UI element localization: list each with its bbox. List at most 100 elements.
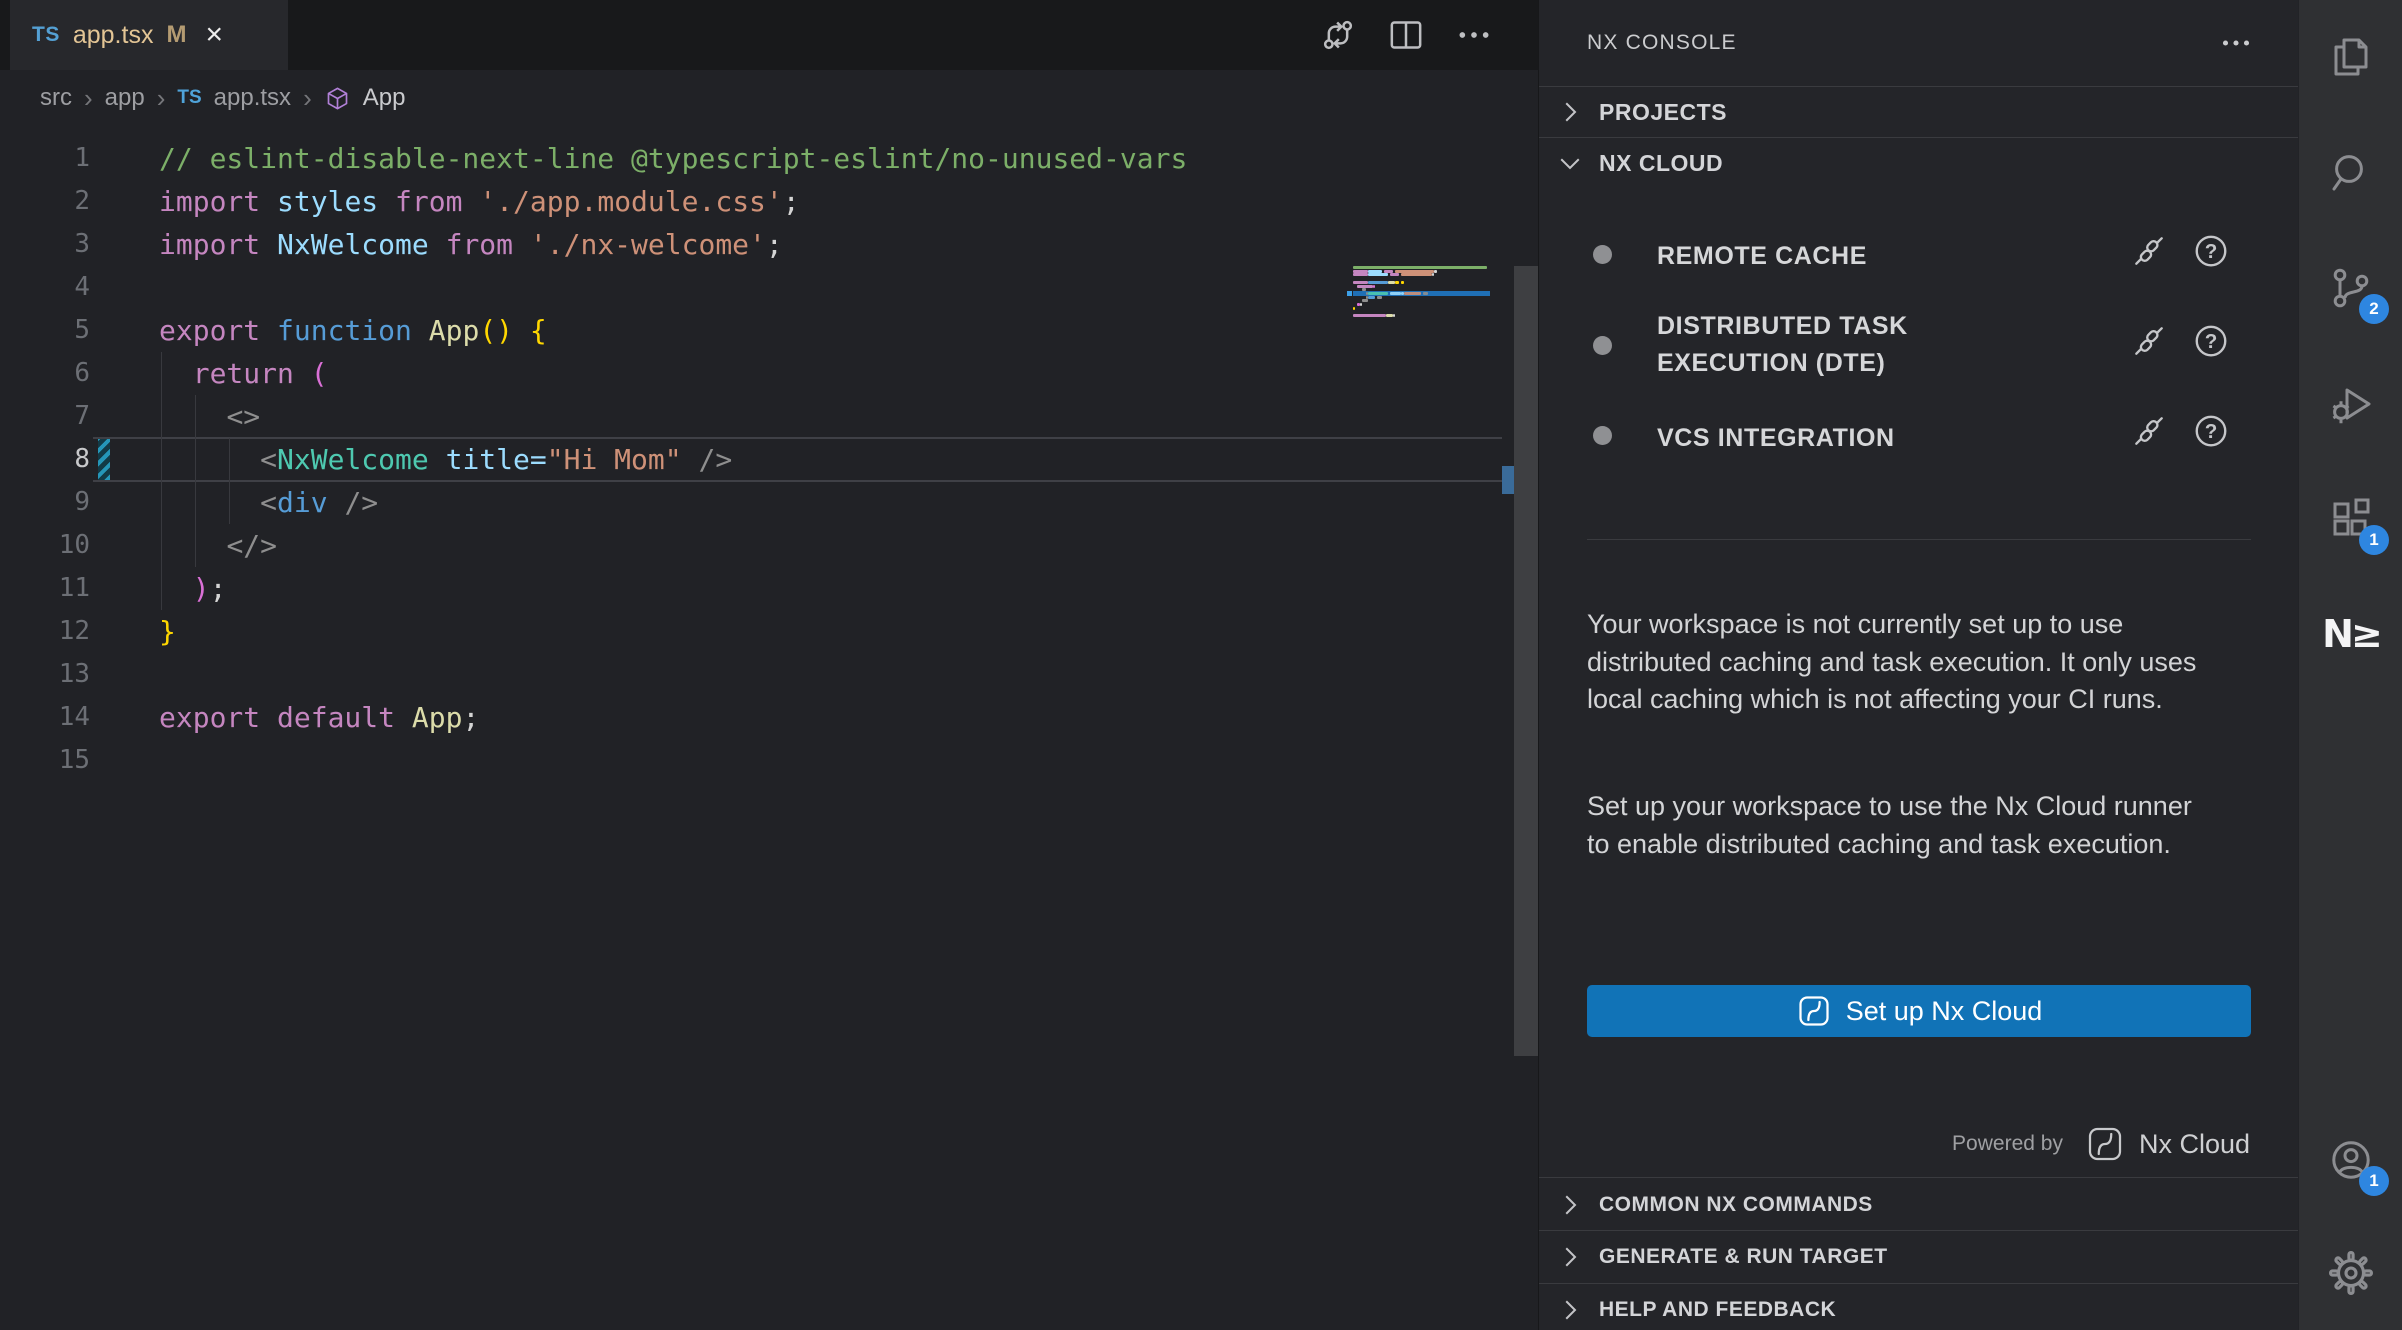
help-question-icon[interactable]: ? [2192, 232, 2230, 270]
minimap-line [1353, 307, 1355, 310]
editor-region: TS app.tsx M × src › app › TS [0, 0, 1538, 1330]
code-line[interactable]: 11 ); [0, 567, 1538, 610]
setup-nx-cloud-button[interactable]: Set up Nx Cloud [1587, 985, 2251, 1037]
section-projects[interactable]: PROJECTS [1539, 87, 2298, 137]
code-text: import styles from './app.module.css'; [159, 180, 800, 223]
breadcrumb-src[interactable]: src [40, 84, 72, 112]
code-text: export default App; [159, 696, 479, 739]
search-icon[interactable] [2299, 124, 2402, 220]
code-text: import NxWelcome from './nx-welcome'; [159, 223, 783, 266]
indent-guide [161, 352, 162, 610]
more-actions-icon[interactable] [1454, 15, 1494, 55]
code-line[interactable]: 7 <> [0, 395, 1538, 438]
help-question-icon[interactable]: ? [2192, 412, 2230, 450]
breadcrumb-app[interactable]: app [105, 84, 145, 112]
nx-console-icon[interactable]: N≥ [2299, 586, 2402, 682]
minimap-line [1368, 281, 1388, 284]
code-line[interactable]: 15 [0, 739, 1538, 782]
minimap-modified-tick [1347, 291, 1352, 296]
divider [1539, 1177, 2298, 1178]
minimap-line [1377, 296, 1381, 299]
status-dot [1593, 336, 1612, 355]
panel-header: NX CONSOLE [1539, 0, 2298, 86]
code-line[interactable]: 2import styles from './app.module.css'; [0, 180, 1538, 223]
breadcrumb: src › app › TS app.tsx › App [0, 70, 1538, 126]
chevron-right-icon [1555, 1190, 1585, 1220]
code-line[interactable]: 12} [0, 610, 1538, 653]
minimap-line [1362, 299, 1369, 302]
line-number: 14 [0, 696, 90, 739]
nx-cloud-brand-label: Nx Cloud [2139, 1129, 2250, 1160]
code-line[interactable]: 5export function App() { [0, 309, 1538, 352]
minimap-line [1353, 281, 1368, 284]
divider [1587, 539, 2251, 540]
code-line[interactable]: 4 [0, 266, 1538, 309]
section-nx-cloud[interactable]: NX CLOUD [1539, 138, 2298, 188]
connect-plug-icon[interactable] [2130, 412, 2168, 450]
run-and-debug-icon[interactable] [2299, 356, 2402, 452]
status-dot [1593, 245, 1612, 264]
connect-plug-icon[interactable] [2130, 232, 2168, 270]
divider [1539, 1283, 2298, 1284]
minimap-line [1353, 266, 1487, 269]
setup-hint-text: Set up your workspace to use the Nx Clou… [1587, 788, 2201, 863]
chevron-down-icon [1555, 148, 1585, 178]
connect-plug-icon[interactable] [2130, 322, 2168, 360]
code-text: // eslint-disable-next-line @typescript-… [159, 137, 1187, 180]
code-line[interactable]: 6 return ( [0, 352, 1538, 395]
typescript-file-icon: TS [177, 87, 201, 109]
code-text: <div /> [159, 481, 378, 524]
minimap-line [1390, 273, 1399, 276]
line-number: 1 [0, 137, 90, 180]
breadcrumb-file[interactable]: app.tsx [214, 84, 291, 112]
extensions-icon[interactable]: 1 [2299, 471, 2402, 567]
code-line[interactable]: 10 </> [0, 524, 1538, 567]
code-line[interactable]: 3import NxWelcome from './nx-welcome'; [0, 223, 1538, 266]
powered-by-label: Powered by [1952, 1132, 2063, 1156]
section-label: NX CLOUD [1599, 150, 1723, 177]
minimap[interactable] [1353, 266, 1490, 326]
breadcrumb-symbol[interactable]: App [363, 84, 406, 112]
section-generate-run-target[interactable]: GENERATE & RUN TARGET [1539, 1232, 2298, 1282]
code-line[interactable]: 1 // eslint-disable-next-line @typescript… [0, 137, 1538, 180]
status-dot [1593, 426, 1612, 445]
git-modified-badge: M [166, 21, 186, 49]
open-changes-icon[interactable] [1318, 15, 1358, 55]
svg-text:?: ? [2205, 330, 2218, 353]
git-modified-gutter-marker [98, 439, 110, 480]
line-number: 9 [0, 481, 90, 524]
help-question-icon[interactable]: ? [2192, 322, 2230, 360]
minimap-line [1423, 292, 1427, 295]
nx-console-panel: NX CONSOLE PROJECTS NX CLOUD REMOTE CACH… [1538, 0, 2298, 1330]
scrollbar-thumb[interactable] [1514, 266, 1538, 1056]
source-control-icon[interactable]: 2 [2299, 240, 2402, 336]
section-help-and-feedback[interactable]: HELP AND FEEDBACK [1539, 1285, 2298, 1330]
minimap-line [1393, 314, 1395, 317]
minimap-line [1368, 292, 1388, 295]
source-control-badge: 2 [2359, 294, 2389, 324]
settings-gear-icon[interactable] [2299, 1225, 2402, 1321]
nx-cloud-icon [2085, 1124, 2125, 1164]
explorer-icon[interactable] [2299, 9, 2402, 105]
accounts-badge: 1 [2359, 1166, 2389, 1196]
close-tab-icon[interactable]: × [205, 20, 223, 50]
tab-app-tsx[interactable]: TS app.tsx M × [10, 0, 288, 70]
code-line[interactable]: 13 [0, 653, 1538, 696]
code-text: </> [159, 524, 277, 567]
minimap-line [1368, 296, 1375, 299]
code-line[interactable]: 14 export default App; [0, 696, 1538, 739]
panel-more-actions-icon[interactable] [2218, 0, 2254, 86]
powered-by: Powered by Nx Cloud [1952, 1118, 2250, 1170]
chevron-right-icon [1555, 1295, 1585, 1325]
code-text: ); [159, 567, 226, 610]
code-editor[interactable]: 1 // eslint-disable-next-line @typescript… [0, 126, 1538, 1330]
code-line[interactable]: 8 <NxWelcome title="Hi Mom" /> [0, 438, 1538, 481]
minimap-line [1360, 303, 1362, 306]
code-text: export function App() { [159, 309, 547, 352]
split-editor-icon[interactable] [1386, 15, 1426, 55]
indent-guide [229, 438, 230, 524]
accounts-icon[interactable]: 1 [2299, 1112, 2402, 1208]
section-common-nx-commands[interactable]: COMMON NX COMMANDS [1539, 1180, 2298, 1230]
code-line[interactable]: 9 <div /> [0, 481, 1538, 524]
minimap-line [1390, 292, 1401, 295]
